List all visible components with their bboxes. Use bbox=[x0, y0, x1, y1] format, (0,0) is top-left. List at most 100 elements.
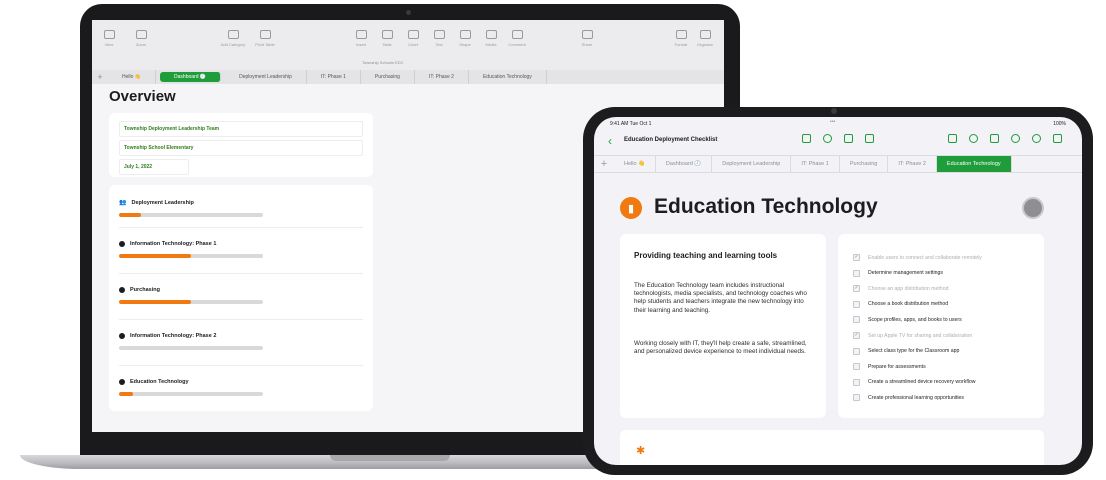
comment-label: Comment bbox=[508, 42, 526, 47]
tab-purchasing[interactable]: Purchasing bbox=[840, 156, 889, 172]
chart-icon[interactable] bbox=[823, 134, 832, 143]
checklist-label: Prepare for assessments bbox=[868, 363, 926, 370]
nav-right-icons bbox=[948, 134, 1062, 143]
share-button[interactable]: Share bbox=[576, 30, 598, 47]
school-field[interactable]: Township School Elementary bbox=[119, 140, 363, 156]
ipad-doc-title[interactable]: Education Deployment Checklist bbox=[624, 137, 717, 143]
status-battery: 100% bbox=[1053, 121, 1066, 127]
tab-deployment-leadership[interactable]: Deployment Leadership bbox=[225, 70, 307, 84]
format-brush-icon[interactable] bbox=[990, 134, 999, 143]
category-icon bbox=[227, 30, 239, 39]
more-icon[interactable] bbox=[1032, 134, 1041, 143]
checkbox-icon[interactable] bbox=[853, 300, 860, 308]
zoom-label: Zoom bbox=[135, 42, 147, 47]
cart-icon bbox=[119, 287, 125, 293]
date-field[interactable]: July 1, 2022 bbox=[119, 159, 189, 175]
add-category-button[interactable]: Add Category bbox=[221, 30, 245, 47]
text-button[interactable]: Text bbox=[428, 30, 450, 47]
checklist-item[interactable]: Create professional learning opportuniti… bbox=[853, 394, 1043, 402]
tab-hello[interactable]: Hello 👋 bbox=[614, 156, 656, 172]
share-icon[interactable] bbox=[948, 134, 957, 143]
tab-education-technology[interactable]: Education Technology bbox=[936, 156, 1012, 172]
checklist-item[interactable]: Select class type for the Classroom app bbox=[853, 347, 1043, 355]
organize-icon bbox=[699, 30, 711, 39]
undo-icon[interactable] bbox=[1011, 134, 1020, 143]
add-sheet-button[interactable]: + bbox=[92, 72, 108, 82]
media-button[interactable]: Media bbox=[480, 30, 502, 47]
tab-hello[interactable]: Hello 👋 bbox=[108, 70, 157, 84]
team-field[interactable]: Township Deployment Leadership Team bbox=[119, 121, 363, 137]
checkbox-icon[interactable] bbox=[853, 363, 860, 371]
laptop-camera bbox=[406, 10, 411, 15]
document-icon[interactable] bbox=[1053, 134, 1062, 143]
checklist-item[interactable]: Create a streamlined device recovery wor… bbox=[853, 378, 1043, 386]
tab-dashboard[interactable]: Dashboard 🕘 bbox=[656, 156, 713, 172]
checked-box-icon[interactable]: ✓ bbox=[853, 254, 860, 261]
tab-it-phase-1[interactable]: IT: Phase 1 bbox=[791, 156, 840, 172]
media-icon bbox=[485, 30, 497, 39]
table-icon[interactable] bbox=[802, 134, 811, 143]
toolbar-left-group: View Zoom bbox=[98, 30, 152, 47]
paragraph-2: Working closely with IT, they'll help cr… bbox=[634, 340, 807, 356]
zoom-icon bbox=[135, 30, 147, 39]
next-card: ✱ bbox=[620, 430, 1044, 465]
checklist-item[interactable]: ✓ Enable users to connect and collaborate… bbox=[853, 254, 1043, 261]
checked-box-icon[interactable]: ✓ bbox=[853, 332, 860, 339]
table-icon bbox=[381, 30, 393, 39]
pivot-table-button[interactable]: Pivot Table bbox=[254, 30, 276, 47]
checkbox-icon[interactable] bbox=[853, 269, 860, 277]
checklist-item[interactable]: ✓ Set up Apple TV for sharing and collabo… bbox=[853, 332, 1043, 339]
divider bbox=[119, 365, 363, 366]
clock-icon bbox=[1022, 197, 1044, 219]
checklist-item[interactable]: Prepare for assessments bbox=[853, 363, 1043, 371]
shape-button[interactable]: Shape bbox=[454, 30, 476, 47]
tab-dashboard[interactable]: Dashboard 🕘 bbox=[160, 72, 222, 82]
insert-button[interactable]: Insert bbox=[350, 30, 372, 47]
view-label: View bbox=[104, 42, 114, 47]
book-icon bbox=[119, 379, 125, 385]
progress-label: Information Technology: Phase 1 bbox=[130, 241, 217, 247]
back-chevron-icon[interactable]: ‹ bbox=[608, 134, 612, 148]
tab-it-phase-2[interactable]: IT: Phase 2 bbox=[415, 70, 469, 84]
collaborate-icon[interactable] bbox=[969, 134, 978, 143]
zoom-button[interactable]: Zoom bbox=[130, 30, 152, 47]
checklist-item[interactable]: Choose a book distribution method bbox=[853, 300, 1043, 308]
media-icon[interactable] bbox=[865, 134, 874, 143]
section-title: Education Technology bbox=[654, 195, 878, 218]
shape-icon[interactable] bbox=[844, 134, 853, 143]
progress-row: Information Technology: Phase 1 bbox=[119, 241, 363, 258]
view-button[interactable]: View bbox=[98, 30, 120, 47]
progress-label: Deployment Leadership bbox=[131, 199, 194, 206]
checkbox-icon[interactable] bbox=[853, 347, 860, 355]
comment-button[interactable]: Comment bbox=[506, 30, 528, 47]
ipad-nav-bar: ‹ Education Deployment Checklist bbox=[594, 129, 1082, 155]
tab-education-technology[interactable]: Education Technology bbox=[469, 70, 547, 84]
progress-bar bbox=[119, 213, 263, 217]
toolbar-mid-group: Add Category Pivot Table bbox=[221, 30, 276, 47]
checkbox-icon[interactable] bbox=[853, 394, 860, 402]
checkbox-icon[interactable] bbox=[853, 316, 860, 324]
tab-purchasing[interactable]: Purchasing bbox=[361, 70, 415, 84]
checked-box-icon[interactable]: ✓ bbox=[853, 285, 860, 293]
divider bbox=[119, 319, 363, 320]
checklist-label: Choose an app distribution method bbox=[868, 285, 949, 292]
tab-it-phase-1[interactable]: IT: Phase 1 bbox=[307, 70, 361, 84]
progress-fill bbox=[119, 213, 141, 217]
mac-doc-title: Township Schools EDC bbox=[362, 60, 404, 65]
share-label: Share bbox=[581, 42, 593, 47]
add-sheet-button[interactable]: + bbox=[594, 158, 614, 170]
checklist-item[interactable]: ✓ Choose an app distribution method bbox=[853, 285, 1043, 293]
organize-button[interactable]: Organize bbox=[694, 30, 716, 47]
table-button[interactable]: Table bbox=[376, 30, 398, 47]
tab-deployment-leadership[interactable]: Deployment Leadership bbox=[712, 156, 792, 172]
format-label: Format bbox=[674, 42, 688, 47]
chart-button[interactable]: Chart bbox=[402, 30, 424, 47]
checkbox-icon[interactable] bbox=[853, 378, 860, 386]
checklist-item[interactable]: Scope profiles, apps, and books to users bbox=[853, 316, 1043, 324]
checklist-item[interactable]: Determine management settings bbox=[853, 269, 1043, 277]
progress-bar bbox=[119, 346, 263, 350]
description-card: Providing teaching and learning tools Th… bbox=[620, 234, 826, 418]
tab-it-phase-2[interactable]: IT: Phase 2 bbox=[888, 156, 937, 172]
format-button[interactable]: Format bbox=[670, 30, 692, 47]
media-label: Media bbox=[485, 42, 497, 47]
